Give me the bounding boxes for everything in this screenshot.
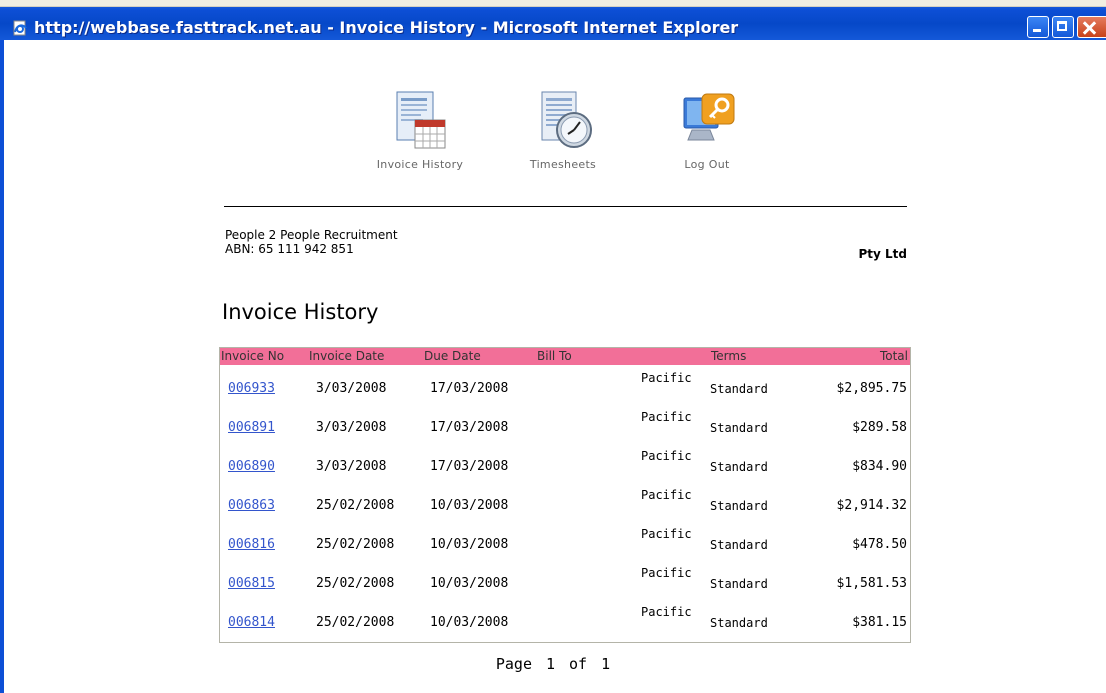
window-titlebar: http://webbase.fasttrack.net.au - Invoic… (0, 0, 1106, 40)
invoice-date-cell: 25/02/2008 (316, 576, 395, 591)
column-header-bill-to[interactable]: Bill To (537, 349, 572, 363)
bill-to-cell: Pacific (641, 527, 692, 541)
nav-invoice-history[interactable]: Invoice History (350, 90, 490, 180)
timesheet-clock-icon (493, 90, 633, 152)
company-abn: ABN: 65 111 942 851 (225, 242, 354, 256)
ie-page-icon (12, 20, 28, 36)
pagination: Page 1 of 1 (0, 655, 1106, 673)
total-cell: $289.58 (852, 420, 907, 435)
table-row: 006814 25/02/2008 10/03/2008 Pacific Standar… (220, 602, 910, 641)
table-row: 006891 3/03/2008 17/03/2008 Pacific Standard… (220, 407, 910, 446)
column-header-total[interactable]: Total (880, 349, 908, 363)
total-cell: $834.90 (852, 459, 907, 474)
menu-bar-remnant (0, 0, 1106, 7)
pager-total: 1 (601, 655, 611, 673)
total-cell: $1,581.53 (836, 576, 907, 591)
invoice-date-cell: 25/02/2008 (316, 498, 395, 513)
table-row: 006863 25/02/2008 10/03/2008 Pacific Standar… (220, 485, 910, 524)
due-date-cell: 17/03/2008 (430, 459, 509, 474)
invoice-link[interactable]: 006891 (228, 420, 275, 435)
header-divider (224, 206, 907, 207)
total-cell: $2,895.75 (836, 381, 907, 396)
company-info: People 2 People Recruitment ABN: 65 111 … (225, 228, 398, 256)
bill-to-cell: Pacific (641, 371, 692, 385)
column-header-due-date[interactable]: Due Date (424, 349, 481, 363)
bill-to-cell: Pacific (641, 566, 692, 580)
table-header: Invoice No Invoice Date Due Date Bill To… (220, 348, 910, 365)
total-cell: $2,914.32 (836, 498, 907, 513)
nav-log-out[interactable]: Log Out (637, 90, 777, 180)
terms-cell: Standard (710, 499, 768, 513)
terms-cell: Standard (710, 421, 768, 435)
nav-label-invoice-history: Invoice History (376, 158, 464, 171)
due-date-cell: 17/03/2008 (430, 420, 509, 435)
due-date-cell: 10/03/2008 (430, 576, 509, 591)
invoice-link[interactable]: 006933 (228, 381, 275, 396)
column-header-invoice-no[interactable]: Invoice No (221, 349, 284, 363)
due-date-cell: 10/03/2008 (430, 615, 509, 630)
logout-computer-key-icon (637, 90, 777, 152)
table-row: 006933 3/03/2008 17/03/2008 Pacific Standard… (220, 368, 910, 407)
invoice-date-cell: 3/03/2008 (316, 381, 387, 396)
maximize-button[interactable] (1052, 16, 1074, 38)
minimize-button[interactable] (1027, 16, 1049, 38)
invoice-date-cell: 25/02/2008 (316, 537, 395, 552)
window-title: http://webbase.fasttrack.net.au - Invoic… (34, 18, 739, 37)
page-title: Invoice History (222, 300, 379, 324)
due-date-cell: 10/03/2008 (430, 537, 509, 552)
invoice-date-cell: 3/03/2008 (316, 459, 387, 474)
due-date-cell: 10/03/2008 (430, 498, 509, 513)
column-header-invoice-date[interactable]: Invoice Date (309, 349, 384, 363)
table-row: 006890 3/03/2008 17/03/2008 Pacific Standard… (220, 446, 910, 485)
bill-to-cell: Pacific (641, 488, 692, 502)
due-date-cell: 17/03/2008 (430, 381, 509, 396)
invoice-link[interactable]: 006890 (228, 459, 275, 474)
nav-label-timesheets: Timesheets (529, 158, 597, 171)
bill-to-cell: Pacific (641, 410, 692, 424)
pager-label: Page (495, 655, 532, 673)
invoice-link[interactable]: 006863 (228, 498, 275, 513)
table-row: 006815 25/02/2008 10/03/2008 Pacific Standar… (220, 563, 910, 602)
nav-timesheets[interactable]: Timesheets (493, 90, 633, 180)
terms-cell: Standard (710, 460, 768, 474)
terms-cell: Standard (710, 577, 768, 591)
close-button[interactable] (1077, 16, 1106, 38)
pager-of: of (569, 655, 588, 673)
company-name: People 2 People Recruitment (225, 228, 398, 242)
terms-cell: Standard (710, 538, 768, 552)
bill-to-cell: Pacific (641, 605, 692, 619)
invoice-calendar-icon (350, 90, 490, 152)
nav-label-log-out: Log Out (684, 158, 730, 171)
invoice-date-cell: 25/02/2008 (316, 615, 395, 630)
invoice-link[interactable]: 006815 (228, 576, 275, 591)
invoice-date-cell: 3/03/2008 (316, 420, 387, 435)
total-cell: $381.15 (852, 615, 907, 630)
table-row: 006816 25/02/2008 10/03/2008 Pacific Standar… (220, 524, 910, 563)
invoice-link[interactable]: 006814 (228, 615, 275, 630)
terms-cell: Standard (710, 382, 768, 396)
column-header-terms[interactable]: Terms (711, 349, 746, 363)
terms-cell: Standard (710, 616, 768, 630)
company-suffix: Pty Ltd (858, 247, 907, 261)
pager-current: 1 (546, 655, 556, 673)
window-frame-left (0, 40, 4, 693)
total-cell: $478.50 (852, 537, 907, 552)
invoice-table: Invoice No Invoice Date Due Date Bill To… (219, 347, 911, 643)
invoice-link[interactable]: 006816 (228, 537, 275, 552)
bill-to-cell: Pacific (641, 449, 692, 463)
